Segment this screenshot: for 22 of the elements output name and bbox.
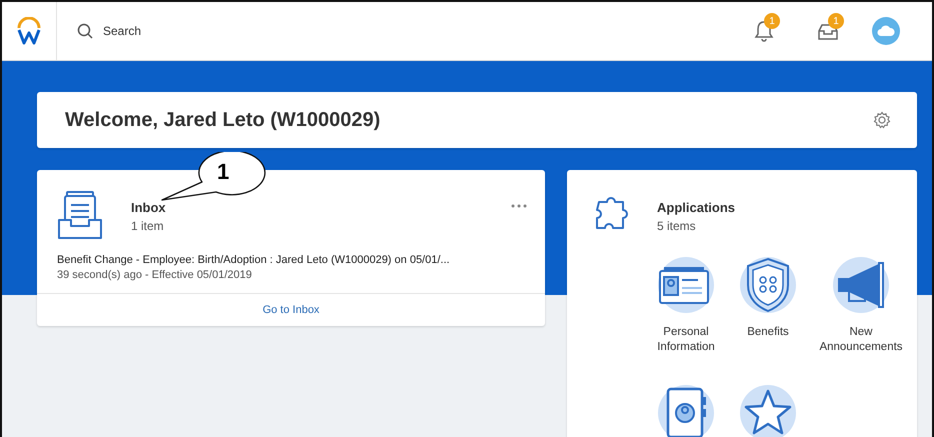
search-icon xyxy=(77,23,93,39)
card-title: Applications xyxy=(657,200,736,215)
settings-button[interactable] xyxy=(873,111,891,129)
go-to-inbox-link[interactable]: Go to Inbox xyxy=(262,304,320,316)
welcome-title: Welcome, Jared Leto (W1000029) xyxy=(65,108,382,132)
app-tile[interactable]: New Announcements xyxy=(811,253,911,355)
inbox-item-title[interactable]: Benefit Change - Employee: Birth/Adoption : Jared Leto (W1000029) on 05/01/... xyxy=(57,254,525,266)
settings-icon xyxy=(873,111,891,129)
app-tile[interactable]: Benefits xyxy=(729,253,807,355)
notification-badge: 1 xyxy=(764,13,780,29)
more-icon xyxy=(511,204,527,208)
inbox-tray-icon xyxy=(57,190,103,240)
callout-number: 1 xyxy=(217,159,230,185)
card-title: Inbox xyxy=(131,200,167,215)
inbox-item-subtitle: 39 second(s) ago - Effective 05/01/2019 xyxy=(57,269,253,281)
logo-icon[interactable] xyxy=(16,17,42,45)
cloud-icon xyxy=(877,25,895,37)
item-count: 1 item xyxy=(131,219,165,233)
app-tile[interactable]: Personal Information xyxy=(647,253,725,355)
inbox-badge: 1 xyxy=(828,13,844,29)
item-count: 5 items xyxy=(657,219,697,233)
search-field[interactable]: Search xyxy=(73,19,146,43)
